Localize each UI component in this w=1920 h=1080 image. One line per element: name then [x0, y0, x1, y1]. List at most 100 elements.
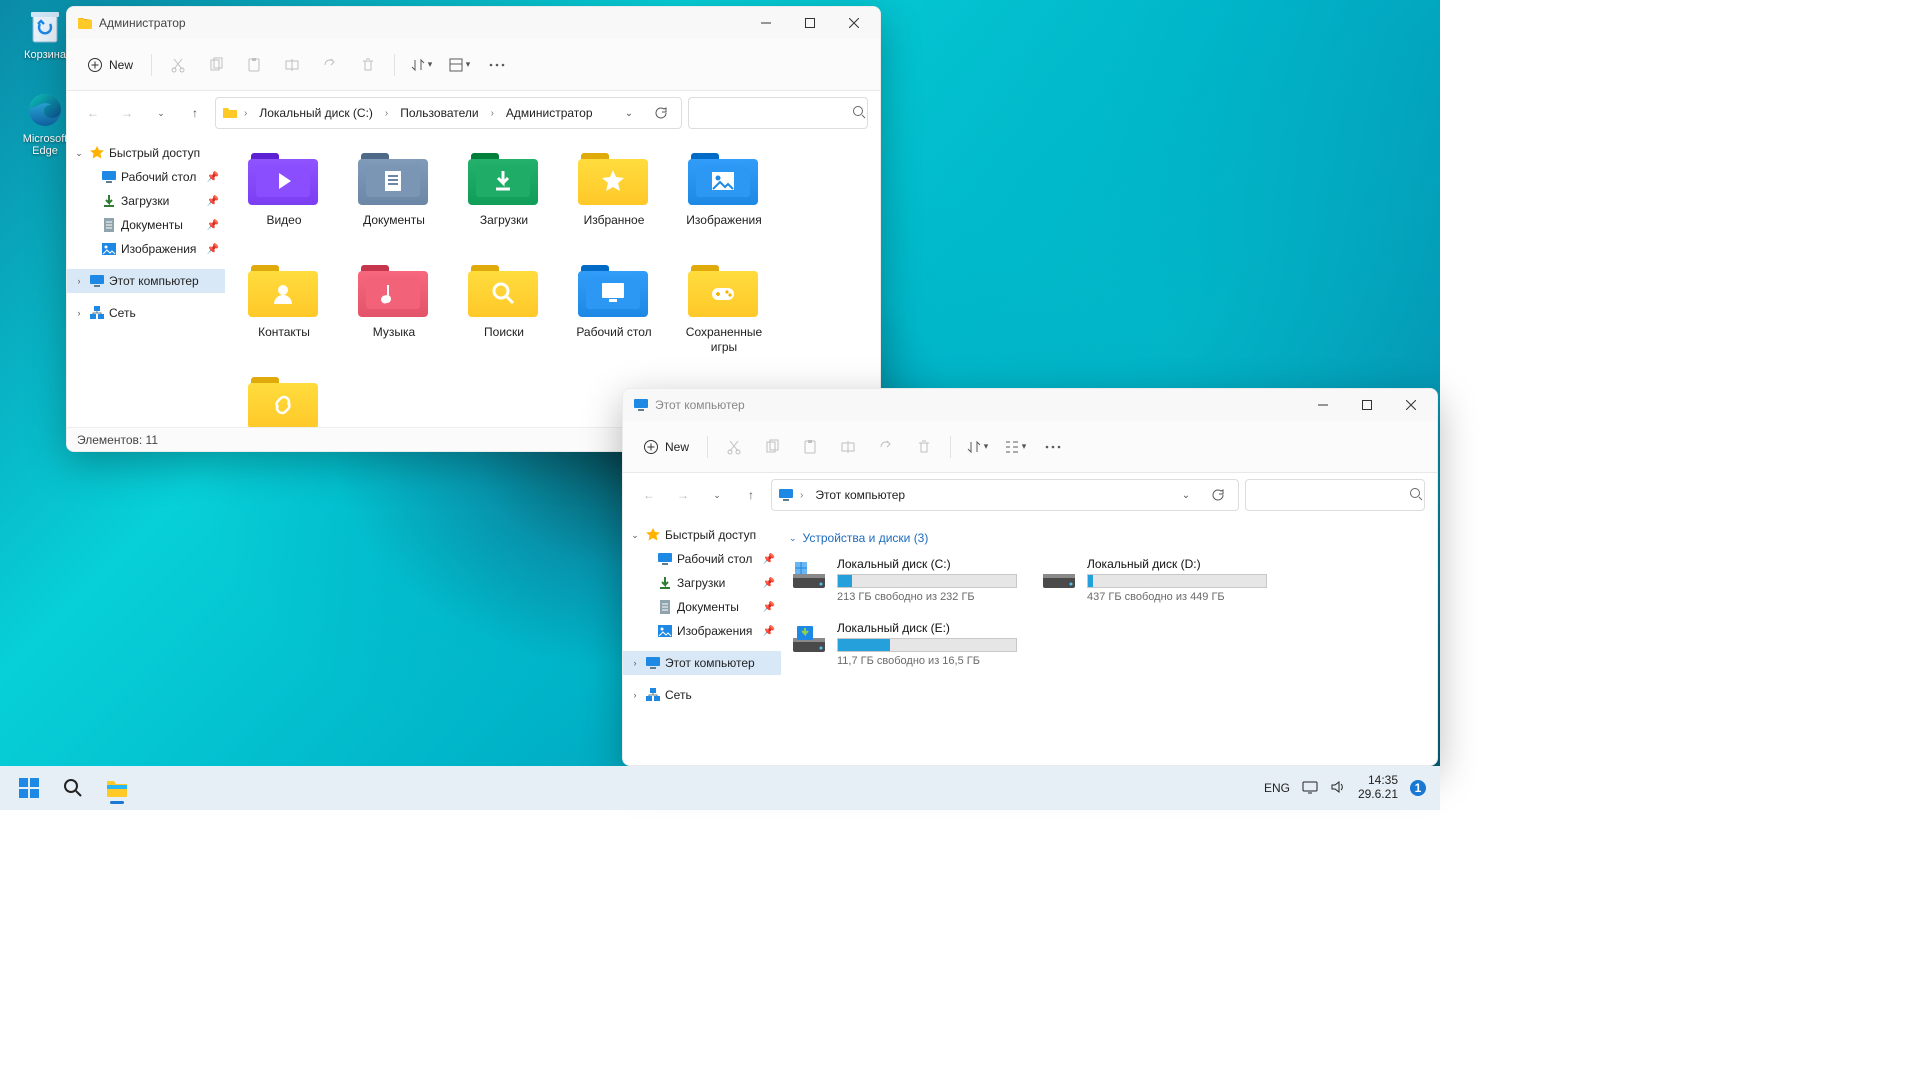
section-devices[interactable]: ⌄ Устройства и диски (3)	[785, 527, 1433, 553]
breadcrumb-seg[interactable]: Администратор	[500, 104, 599, 122]
back-button[interactable]: ←	[79, 99, 107, 127]
cut-button[interactable]	[160, 47, 196, 83]
tree-network[interactable]: › Сеть	[67, 301, 225, 325]
forward-button[interactable]: →	[113, 99, 141, 127]
folder-item[interactable]: Изображения	[669, 145, 779, 257]
addr-dropdown[interactable]: ⌄	[1172, 481, 1200, 509]
breadcrumb-seg[interactable]: Этот компьютер	[809, 486, 911, 504]
minimize-button[interactable]	[744, 7, 788, 39]
share-button[interactable]	[312, 47, 348, 83]
new-button[interactable]: New	[77, 52, 143, 78]
tree-quick-access[interactable]: ⌄ Быстрый доступ	[623, 523, 781, 547]
folder-item[interactable]: Ссылки	[229, 369, 339, 427]
new-button[interactable]: New	[633, 434, 699, 460]
more-button[interactable]	[1035, 429, 1071, 465]
rename-button[interactable]	[830, 429, 866, 465]
explorer-task[interactable]	[96, 770, 138, 806]
folder-item[interactable]: Сохраненные игры	[669, 257, 779, 369]
folder-item[interactable]: Поиски	[449, 257, 559, 369]
window-title: Этот компьютер	[655, 398, 1301, 412]
paste-button[interactable]	[236, 47, 272, 83]
rename-button[interactable]	[274, 47, 310, 83]
game-icon	[709, 279, 737, 307]
tree-quick-access[interactable]: ⌄ Быстрый доступ	[67, 141, 225, 165]
tree-quick-item[interactable]: Рабочий стол📌	[623, 547, 781, 571]
copy-button[interactable]	[198, 47, 234, 83]
paste-button[interactable]	[792, 429, 828, 465]
refresh-button[interactable]	[647, 99, 675, 127]
search-button[interactable]	[52, 770, 94, 806]
up-button[interactable]: ↑	[737, 481, 765, 509]
drive-item[interactable]: Локальный диск (D:) 437 ГБ свободно из 4…	[1039, 555, 1269, 605]
cut-button[interactable]	[716, 429, 752, 465]
drive-icon	[1041, 557, 1077, 593]
folder-item[interactable]: Рабочий стол	[559, 257, 669, 369]
drive-item[interactable]: Локальный диск (E:) 11,7 ГБ свободно из …	[789, 619, 1019, 669]
close-button[interactable]	[832, 7, 876, 39]
tree-quick-item[interactable]: Рабочий стол📌	[67, 165, 225, 189]
tree-item-icon	[101, 169, 117, 185]
recent-button[interactable]: ⌄	[147, 99, 175, 127]
tray-lang[interactable]: ENG	[1264, 781, 1290, 795]
delete-button[interactable]	[906, 429, 942, 465]
music-icon	[379, 279, 407, 307]
sort-button[interactable]: ▾	[959, 429, 995, 465]
folder-item[interactable]: Избранное	[559, 145, 669, 257]
contact-icon	[269, 279, 297, 307]
search-input[interactable]	[1254, 488, 1409, 502]
sort-button[interactable]: ▾	[403, 47, 439, 83]
recycle-bin-icon	[25, 6, 65, 46]
titlebar[interactable]: Этот компьютер	[623, 389, 1437, 421]
breadcrumb-seg[interactable]: Локальный диск (C:)	[253, 104, 379, 122]
tree-this-pc[interactable]: › Этот компьютер	[623, 651, 781, 675]
copy-button[interactable]	[754, 429, 790, 465]
search-input[interactable]	[697, 106, 852, 120]
group-button[interactable]: ▾	[997, 429, 1033, 465]
search-box[interactable]	[688, 97, 868, 129]
tree-network[interactable]: › Сеть	[623, 683, 781, 707]
tree-item-icon	[101, 241, 117, 257]
more-button[interactable]	[479, 47, 515, 83]
tray-network-icon[interactable]	[1302, 779, 1318, 798]
pc-icon	[645, 655, 661, 671]
search-icon	[489, 279, 517, 307]
recent-button[interactable]: ⌄	[703, 481, 731, 509]
tree-quick-item[interactable]: Загрузки📌	[67, 189, 225, 213]
refresh-button[interactable]	[1204, 481, 1232, 509]
tree-quick-item[interactable]: Загрузки📌	[623, 571, 781, 595]
folder-item[interactable]: Загрузки	[449, 145, 559, 257]
folder-item[interactable]: Контакты	[229, 257, 339, 369]
share-button[interactable]	[868, 429, 904, 465]
addr-dropdown[interactable]: ⌄	[615, 99, 643, 127]
tray-clock[interactable]: 14:35 29.6.21	[1358, 774, 1398, 802]
address-bar[interactable]: › Этот компьютер ⌄	[771, 479, 1239, 511]
tree-quick-item[interactable]: Изображения📌	[623, 619, 781, 643]
search-box[interactable]	[1245, 479, 1425, 511]
breadcrumb-seg[interactable]: Пользователи	[394, 104, 484, 122]
close-button[interactable]	[1389, 389, 1433, 421]
drive-item[interactable]: Локальный диск (C:) 213 ГБ свободно из 2…	[789, 555, 1019, 605]
titlebar[interactable]: Администратор	[67, 7, 880, 39]
desktop-icon	[599, 279, 627, 307]
tree-quick-item[interactable]: Документы📌	[67, 213, 225, 237]
address-bar[interactable]: › Локальный диск (C:) › Пользователи › А…	[215, 97, 682, 129]
delete-button[interactable]	[350, 47, 386, 83]
maximize-button[interactable]	[1345, 389, 1389, 421]
folder-item[interactable]: Музыка	[339, 257, 449, 369]
tray-notifications[interactable]: 1	[1410, 780, 1426, 796]
maximize-button[interactable]	[788, 7, 832, 39]
minimize-button[interactable]	[1301, 389, 1345, 421]
tree-quick-item[interactable]: Изображения📌	[67, 237, 225, 261]
folder-item[interactable]: Документы	[339, 145, 449, 257]
tree-quick-item[interactable]: Документы📌	[623, 595, 781, 619]
folder-item[interactable]: Видео	[229, 145, 339, 257]
forward-button[interactable]: →	[669, 481, 697, 509]
tray-volume-icon[interactable]	[1330, 779, 1346, 798]
start-button[interactable]	[8, 770, 50, 806]
pc-icon	[778, 487, 794, 503]
back-button[interactable]: ←	[635, 481, 663, 509]
tree-this-pc[interactable]: › Этот компьютер	[67, 269, 225, 293]
star-icon	[599, 167, 627, 195]
up-button[interactable]: ↑	[181, 99, 209, 127]
view-button[interactable]: ▾	[441, 47, 477, 83]
